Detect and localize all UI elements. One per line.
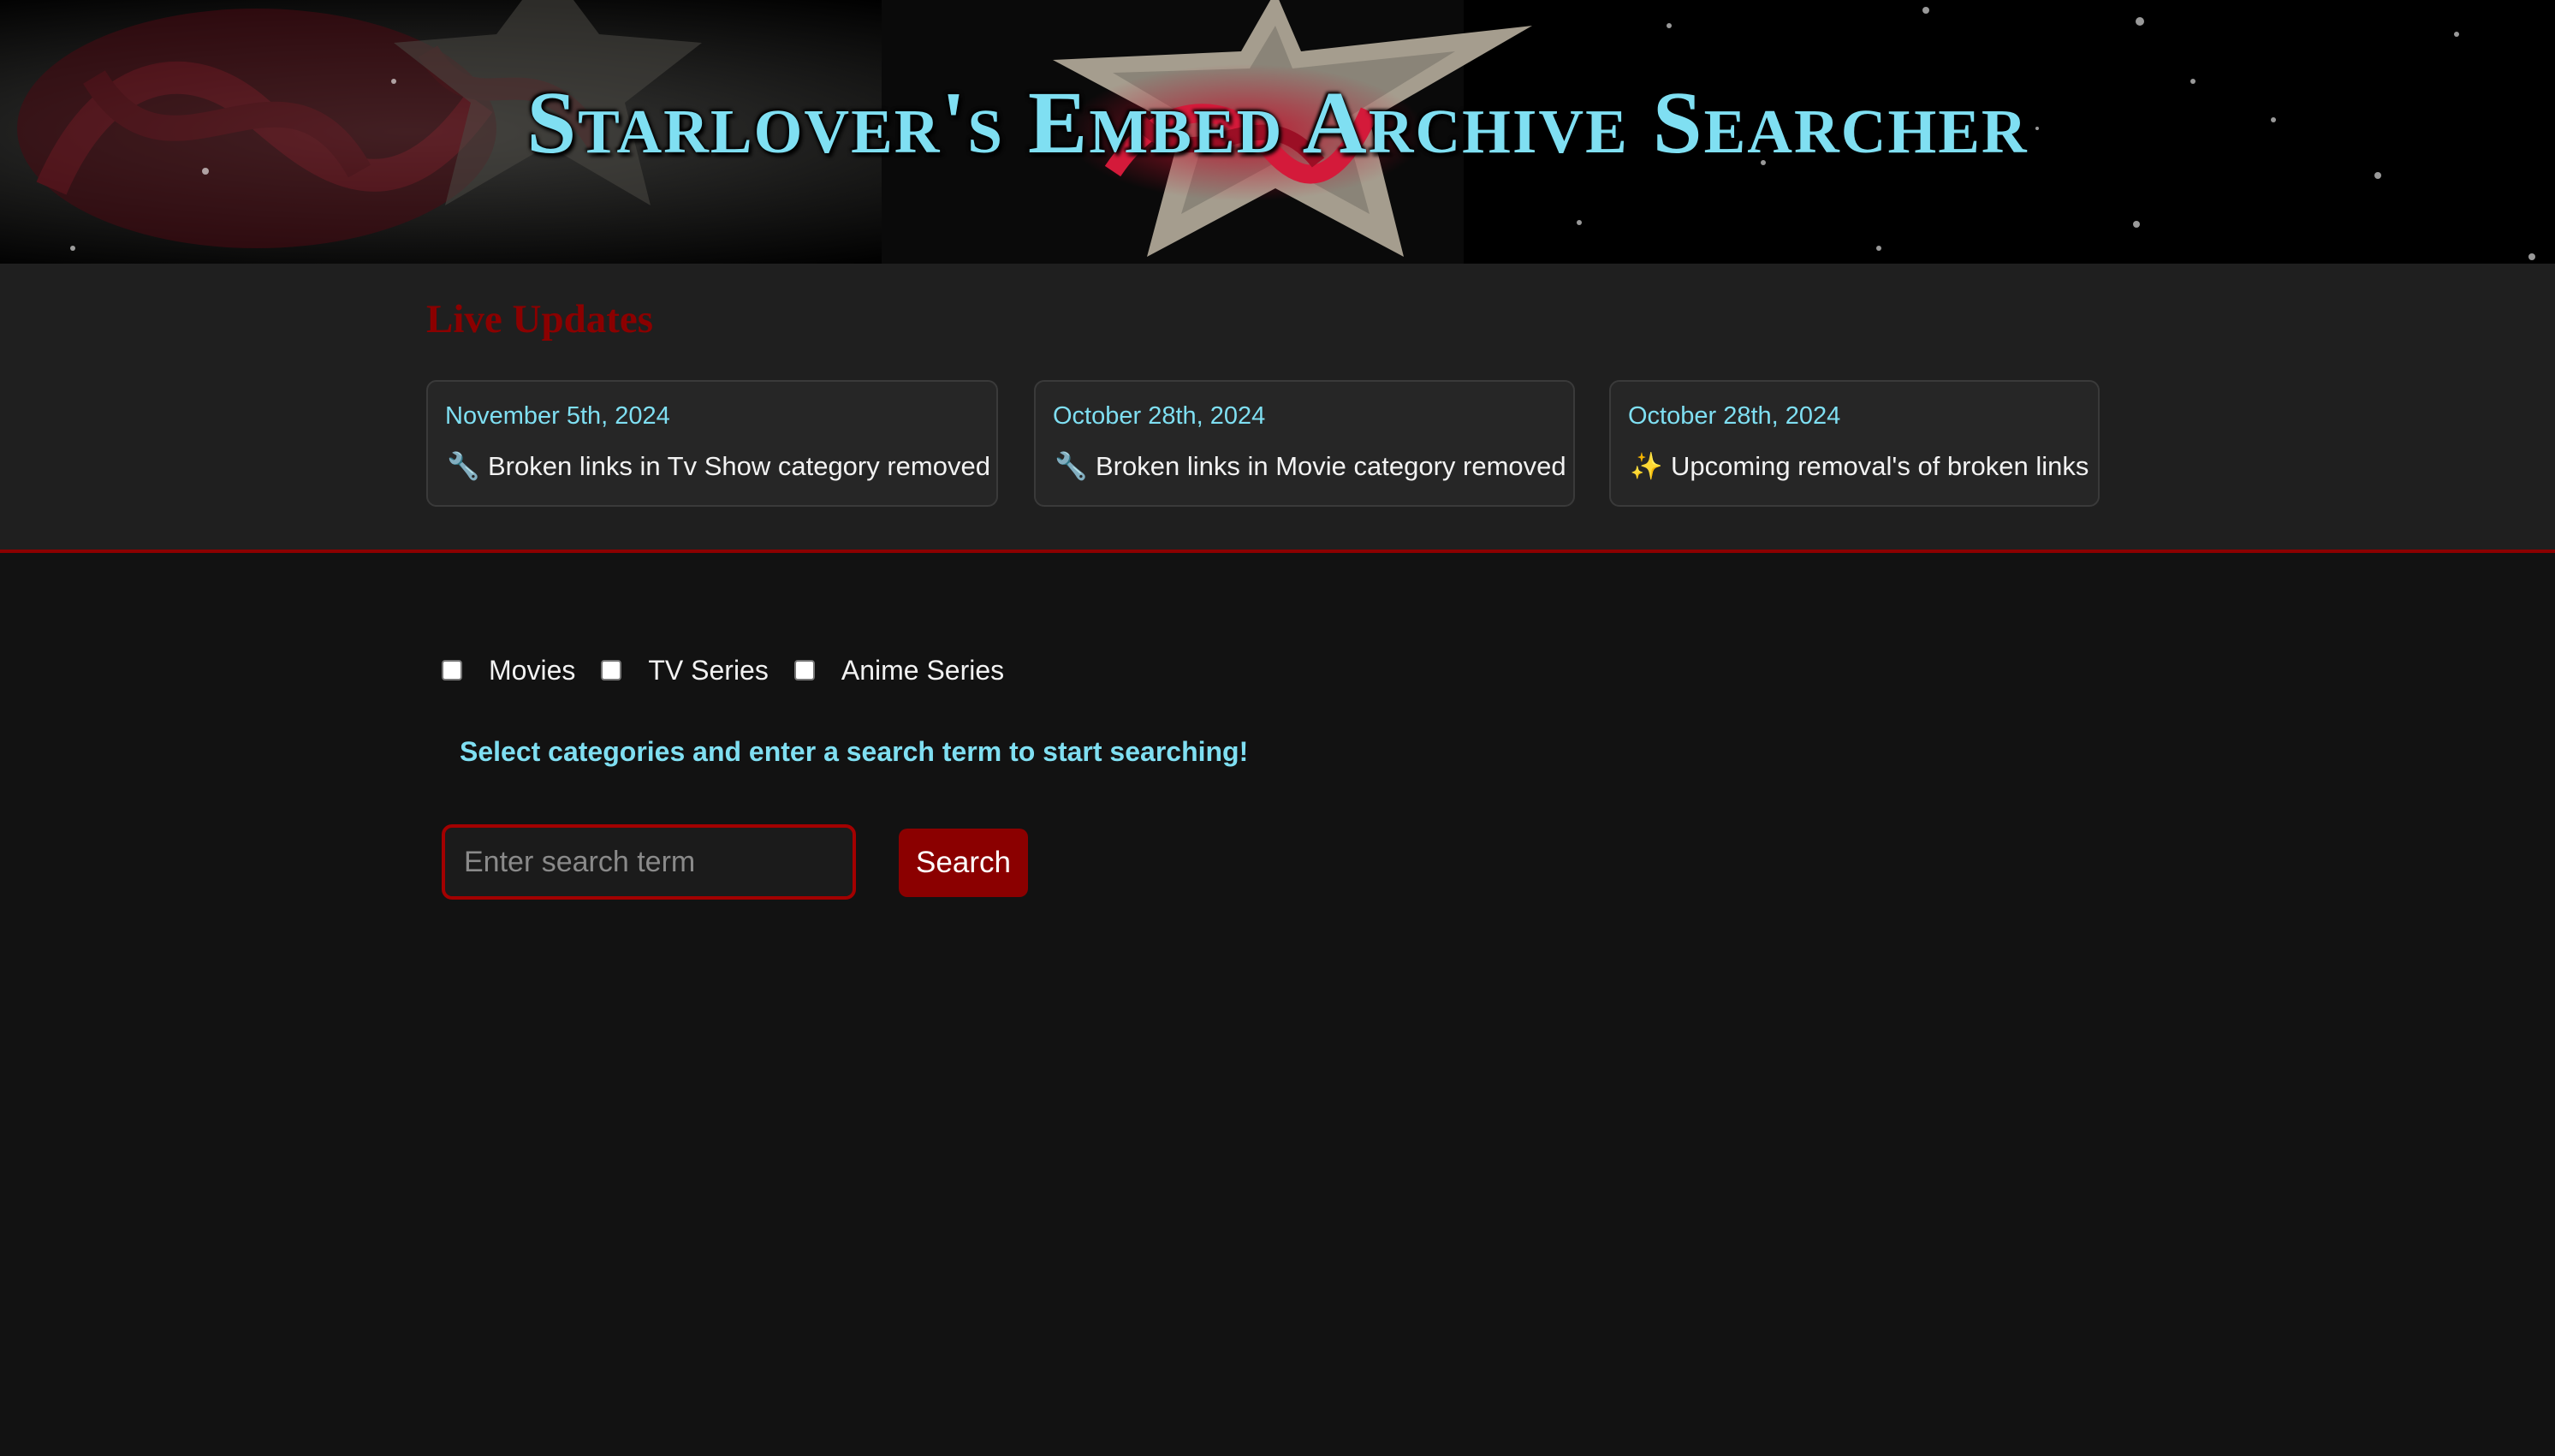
filter-anime-series[interactable]: Anime Series — [793, 654, 1005, 686]
update-text: Upcoming removal's of broken links — [1671, 451, 2089, 481]
update-date: October 28th, 2024 — [1628, 402, 1841, 430]
search-input[interactable] — [442, 824, 856, 900]
update-date: October 28th, 2024 — [1053, 402, 1266, 430]
filter-label: Movies — [489, 654, 576, 686]
live-updates-section: Live Updates November 5th, 2024 🔧 Broken … — [0, 264, 2555, 553]
update-text: Broken links in Tv Show category removed — [488, 451, 990, 481]
filter-movies[interactable]: Movies — [442, 655, 575, 686]
search-button[interactable]: Search — [899, 829, 1028, 897]
update-card: October 28th, 2024 ✨ Upcoming removal's o… — [1609, 380, 2100, 507]
update-card: November 5th, 2024 🔧 Broken links in Tv S… — [426, 380, 998, 507]
sparkles-icon: ✨ — [1630, 451, 1663, 481]
live-updates-heading: Live Updates — [426, 297, 654, 342]
update-card: October 28th, 2024 🔧 Broken links in Movi… — [1034, 380, 1575, 507]
update-text: Broken links in Movie category removed — [1096, 451, 1566, 481]
filter-label: Anime Series — [841, 654, 1005, 686]
movies-checkbox[interactable] — [442, 660, 462, 680]
category-filters: Movies TV Series Anime Series — [442, 649, 1030, 692]
wrench-icon: 🔧 — [1055, 451, 1088, 481]
site-header: Starlover's Embed Archive Searcher — [0, 0, 2555, 264]
tv-series-checkbox[interactable] — [601, 660, 622, 680]
filter-label: TV Series — [648, 654, 769, 686]
update-date: November 5th, 2024 — [445, 402, 670, 430]
filter-tv-series[interactable]: TV Series — [601, 654, 769, 686]
search-hint: Select categories and enter a search ter… — [460, 736, 1249, 767]
wrench-icon: 🔧 — [447, 451, 480, 481]
anime-series-checkbox[interactable] — [793, 660, 815, 680]
page-title: Starlover's Embed Archive Searcher — [526, 74, 2029, 172]
